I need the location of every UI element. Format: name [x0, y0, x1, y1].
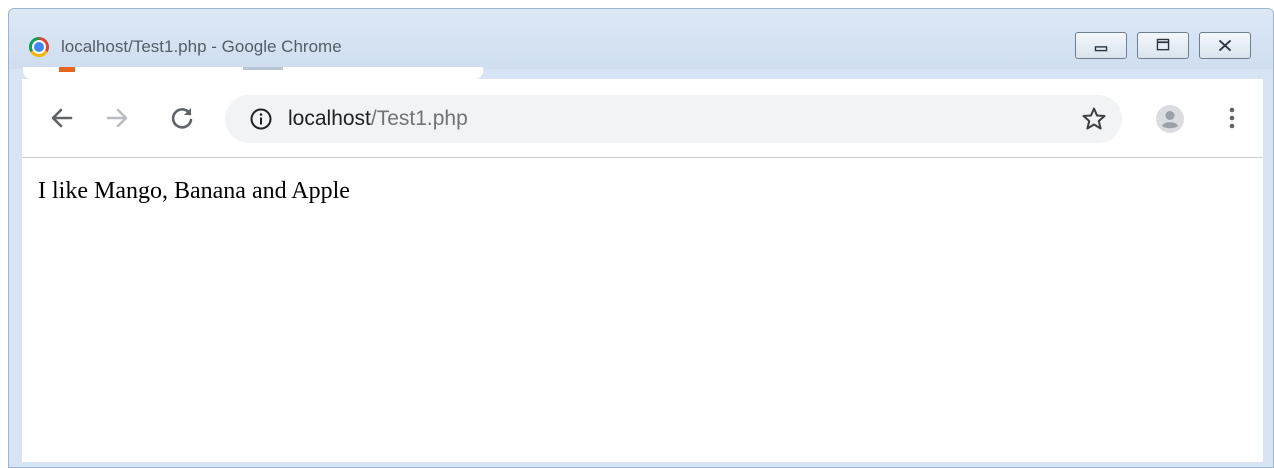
vertical-dots-icon[interactable]	[1217, 103, 1247, 133]
browser-toolbar: localhost/Test1.php	[22, 79, 1263, 158]
address-bar[interactable]: localhost/Test1.php	[225, 95, 1122, 143]
page-content: I like Mango, Banana and Apple	[22, 158, 1263, 462]
star-icon[interactable]	[1080, 105, 1108, 133]
reload-button[interactable]	[167, 103, 197, 133]
maximize-icon	[1156, 38, 1170, 51]
minimize-button[interactable]	[1075, 32, 1127, 59]
info-icon[interactable]	[249, 107, 273, 131]
minimize-icon	[1094, 46, 1108, 52]
avatar-icon[interactable]	[1156, 105, 1184, 133]
maximize-button[interactable]	[1137, 32, 1189, 59]
close-icon	[1218, 39, 1232, 52]
close-button[interactable]	[1199, 32, 1251, 59]
forward-button[interactable]	[102, 103, 132, 133]
url-host: localhost	[288, 107, 371, 130]
browser-tab[interactable]	[23, 67, 483, 79]
url-path: /Test1.php	[370, 107, 468, 130]
page-text: I like Mango, Banana and Apple	[38, 178, 350, 204]
title-bar[interactable]: localhost/Test1.php - Google Chrome	[9, 9, 1273, 69]
window-title: localhost/Test1.php - Google Chrome	[61, 37, 342, 56]
tab-favicon-icon	[59, 67, 75, 72]
url-text[interactable]: localhost/Test1.php	[288, 107, 468, 131]
chrome-logo-icon	[29, 37, 49, 57]
back-button[interactable]	[47, 103, 77, 133]
tab-title-fragment	[243, 67, 283, 70]
browser-window: localhost/Test1.php - Google Chrome loca…	[8, 8, 1274, 468]
